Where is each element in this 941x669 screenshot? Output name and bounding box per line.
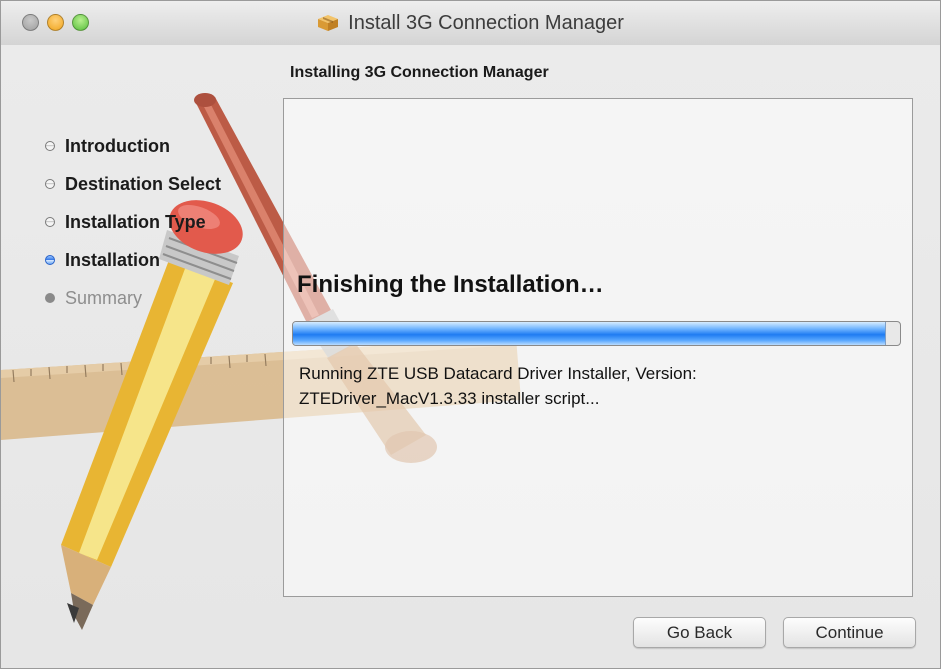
package-icon [318, 15, 339, 31]
step-label: Installation Type [65, 211, 206, 232]
installer-window: Install 3G Connection Manager Installing… [0, 0, 941, 669]
progress-bar-fill [293, 322, 886, 345]
window-title: Install 3G Connection Manager [348, 11, 624, 34]
title-bar[interactable]: Install 3G Connection Manager [1, 1, 940, 46]
step-label: Introduction [65, 135, 170, 156]
detail-line: Running ZTE USB Datacard Driver Installe… [299, 364, 697, 383]
step-done-bullet-icon [45, 141, 55, 151]
step-label: Summary [65, 287, 143, 308]
installation-panel: Finishing the Installation… Running ZTE … [283, 98, 913, 597]
go-back-button[interactable]: Go Back [633, 617, 766, 648]
step-installation-type: Installation Type [45, 203, 221, 241]
detail-line: ZTEDriver_MacV1.3.33 installer script... [299, 389, 600, 408]
installation-progress-bar [292, 321, 901, 346]
step-summary: Summary [45, 279, 221, 317]
installation-status: Finishing the Installation… [297, 271, 604, 298]
window-title-group: Install 3G Connection Manager [1, 1, 940, 45]
installer-content: Installing 3G Connection Manager Introdu… [1, 45, 940, 668]
step-label: Destination Select [65, 173, 222, 194]
step-installation: Installation [45, 241, 221, 279]
page-heading: Installing 3G Connection Manager [290, 64, 549, 81]
step-destination-select: Destination Select [45, 165, 221, 203]
step-label: Installation [65, 249, 161, 270]
step-active-bullet-icon [45, 255, 55, 265]
steps-sidebar: Introduction Destination Select Installa… [45, 127, 221, 317]
step-done-bullet-icon [45, 217, 55, 227]
continue-button[interactable]: Continue [783, 617, 916, 648]
installation-detail: Running ZTE USB Datacard Driver Installe… [299, 361, 859, 411]
step-pending-bullet-icon [45, 293, 55, 303]
step-introduction: Introduction [45, 127, 221, 165]
step-done-bullet-icon [45, 179, 55, 189]
